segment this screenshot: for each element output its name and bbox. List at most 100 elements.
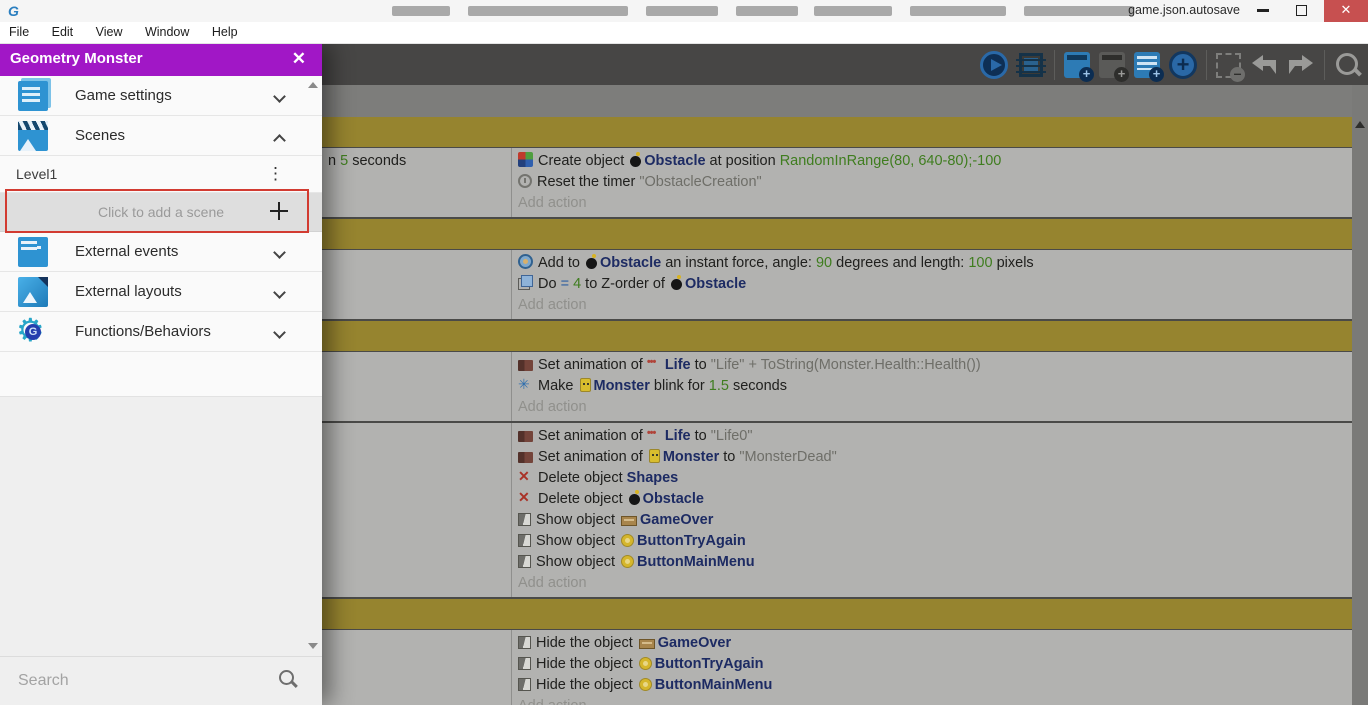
object-link[interactable]: GameOver [640, 512, 713, 528]
actions-cell[interactable]: Hide the object GameOver Hide the object … [512, 630, 1352, 705]
sidebar-item-external-layouts[interactable]: External layouts [0, 272, 322, 312]
kebab-menu-icon[interactable]: ⋮ [267, 164, 284, 184]
action-line[interactable]: Show object ButtonTryAgain [518, 531, 1352, 552]
redacted-title-text [646, 6, 718, 16]
events-scrollbar[interactable] [1352, 85, 1368, 705]
animation-icon [518, 360, 533, 371]
add-scene-button[interactable]: Click to add a scene [0, 193, 322, 232]
action-line[interactable]: Set animation of Life to "Life0" [518, 426, 1352, 447]
undo-icon[interactable] [1250, 51, 1278, 79]
action-line[interactable]: Show object ButtonMainMenu [518, 552, 1352, 573]
add-sub-event-icon[interactable] [1099, 52, 1129, 82]
action-line[interactable]: Delete object Shapes [518, 468, 1352, 489]
delete-object-icon [518, 468, 533, 487]
object-link[interactable]: ButtonTryAgain [637, 533, 746, 549]
scroll-up-icon[interactable] [308, 82, 318, 88]
event-text: Hide the object [536, 656, 637, 672]
conditions-cell[interactable] [322, 250, 512, 319]
conditions-cell[interactable] [322, 352, 512, 421]
event-row[interactable]: Set animation of Life to "Life" + ToStri… [322, 352, 1352, 421]
gameover-object-icon [638, 639, 655, 649]
object-link[interactable]: Life [665, 428, 691, 444]
sidebar-item-external-events[interactable]: External events [0, 232, 322, 272]
close-drawer-icon[interactable]: ✕ [292, 49, 306, 69]
object-link[interactable]: ButtonMainMenu [655, 677, 773, 693]
action-line[interactable]: Delete object Obstacle [518, 489, 1352, 510]
object-link[interactable]: Monster [594, 378, 650, 394]
search-input[interactable] [18, 669, 258, 693]
sidebar-item-game-settings[interactable]: Game settings [0, 76, 322, 116]
conditions-cell[interactable]: n 5 seconds [322, 148, 512, 217]
object-link[interactable]: Obstacle [644, 153, 705, 169]
search-events-icon[interactable] [1334, 51, 1362, 79]
sidebar-item-scenes[interactable]: Scenes [0, 116, 322, 156]
object-link[interactable]: ButtonMainMenu [637, 554, 755, 570]
action-line[interactable]: Reset the timer "ObstacleCreation" [518, 172, 1352, 193]
menu-file[interactable]: File [0, 22, 38, 39]
object-link[interactable]: Obstacle [685, 276, 746, 292]
redo-icon[interactable] [1287, 51, 1315, 79]
event-row[interactable]: Hide the object GameOver Hide the object … [322, 630, 1352, 705]
object-link[interactable]: Monster [663, 449, 719, 465]
minimize-button[interactable] [1246, 0, 1280, 22]
action-line[interactable]: Do = 4 to Z-order of Obstacle [518, 274, 1352, 295]
add-comment-icon[interactable] [1134, 52, 1164, 82]
object-link[interactable]: Life [665, 357, 691, 373]
actions-cell[interactable]: Create object Obstacle at position Rando… [512, 148, 1352, 217]
actions-cell[interactable]: Set animation of Life to "Life" + ToStri… [512, 352, 1352, 421]
action-line[interactable]: Show object GameOver [518, 510, 1352, 531]
action-line[interactable]: Set animation of Monster to "MonsterDead… [518, 447, 1352, 468]
action-line[interactable]: Set animation of Life to "Life" + ToStri… [518, 355, 1352, 376]
add-event-icon[interactable] [1064, 52, 1094, 82]
action-line[interactable]: Hide the object GameOver [518, 633, 1352, 654]
action-line[interactable]: Add to Obstacle an instant force, angle:… [518, 253, 1352, 274]
event-text: to Z-order of [581, 276, 669, 292]
object-link[interactable]: GameOver [658, 635, 731, 651]
scroll-up-icon[interactable] [1355, 121, 1365, 128]
menu-edit[interactable]: Edit [43, 22, 83, 39]
event-text: Create object [538, 153, 629, 169]
event-group-header[interactable] [322, 599, 1352, 629]
add-action-button[interactable]: Add action [518, 573, 1352, 594]
add-new-event-icon[interactable] [1169, 50, 1197, 79]
close-window-button[interactable]: ✕ [1324, 0, 1368, 22]
restore-button[interactable] [1284, 0, 1318, 22]
sidebar-item-functions-behaviors[interactable]: Functions/Behaviors [0, 311, 322, 352]
add-action-button[interactable]: Add action [518, 193, 1352, 214]
action-line[interactable]: Hide the object ButtonMainMenu [518, 675, 1352, 696]
conditions-cell[interactable] [322, 630, 512, 705]
conditions-cell[interactable] [322, 423, 512, 597]
object-link[interactable]: Obstacle [600, 255, 661, 271]
scroll-down-icon[interactable] [308, 643, 318, 649]
event-row[interactable]: n 5 seconds Create object Obstacle at pos… [322, 148, 1352, 217]
delete-event-icon[interactable] [1216, 52, 1245, 82]
actions-cell[interactable]: Set animation of Life to "Life0"Set anim… [512, 423, 1352, 597]
action-line[interactable]: Make Monster blink for 1.5 seconds [518, 376, 1352, 397]
action-line[interactable]: Hide the object ButtonTryAgain [518, 654, 1352, 675]
actions-cell[interactable]: Add to Obstacle an instant force, angle:… [512, 250, 1352, 319]
play-icon[interactable] [980, 50, 1008, 79]
object-link[interactable]: ButtonTryAgain [655, 656, 764, 672]
debug-icon[interactable] [1016, 52, 1046, 77]
project-manager-drawer: Geometry Monster ✕ Game settings Scenes … [0, 44, 322, 705]
condition-line[interactable]: n 5 seconds [328, 151, 511, 172]
add-action-button[interactable]: Add action [518, 295, 1352, 316]
object-link[interactable]: Shapes [627, 470, 679, 486]
event-group-header[interactable] [322, 117, 1352, 147]
object-link[interactable]: Obstacle [643, 491, 704, 507]
action-line[interactable]: Create object Obstacle at position Rando… [518, 151, 1352, 172]
menu-help[interactable]: Help [203, 22, 247, 39]
life-object-icon [647, 355, 662, 373]
event-row[interactable]: Add to Obstacle an instant force, angle:… [322, 250, 1352, 319]
add-action-button[interactable]: Add action [518, 397, 1352, 418]
add-action-button[interactable]: Add action [518, 696, 1352, 705]
menu-view[interactable]: View [87, 22, 132, 39]
menu-window[interactable]: Window [136, 22, 198, 39]
event-group-header[interactable] [322, 321, 1352, 351]
event-text: 1.5 [708, 378, 729, 394]
event-group-header[interactable] [322, 219, 1352, 249]
drawer-scrollbar[interactable] [306, 78, 320, 653]
event-row[interactable]: Set animation of Life to "Life0"Set anim… [322, 423, 1352, 597]
scene-item-level1[interactable]: Level1 ⋮ [0, 156, 322, 193]
search-icon[interactable] [278, 669, 298, 689]
